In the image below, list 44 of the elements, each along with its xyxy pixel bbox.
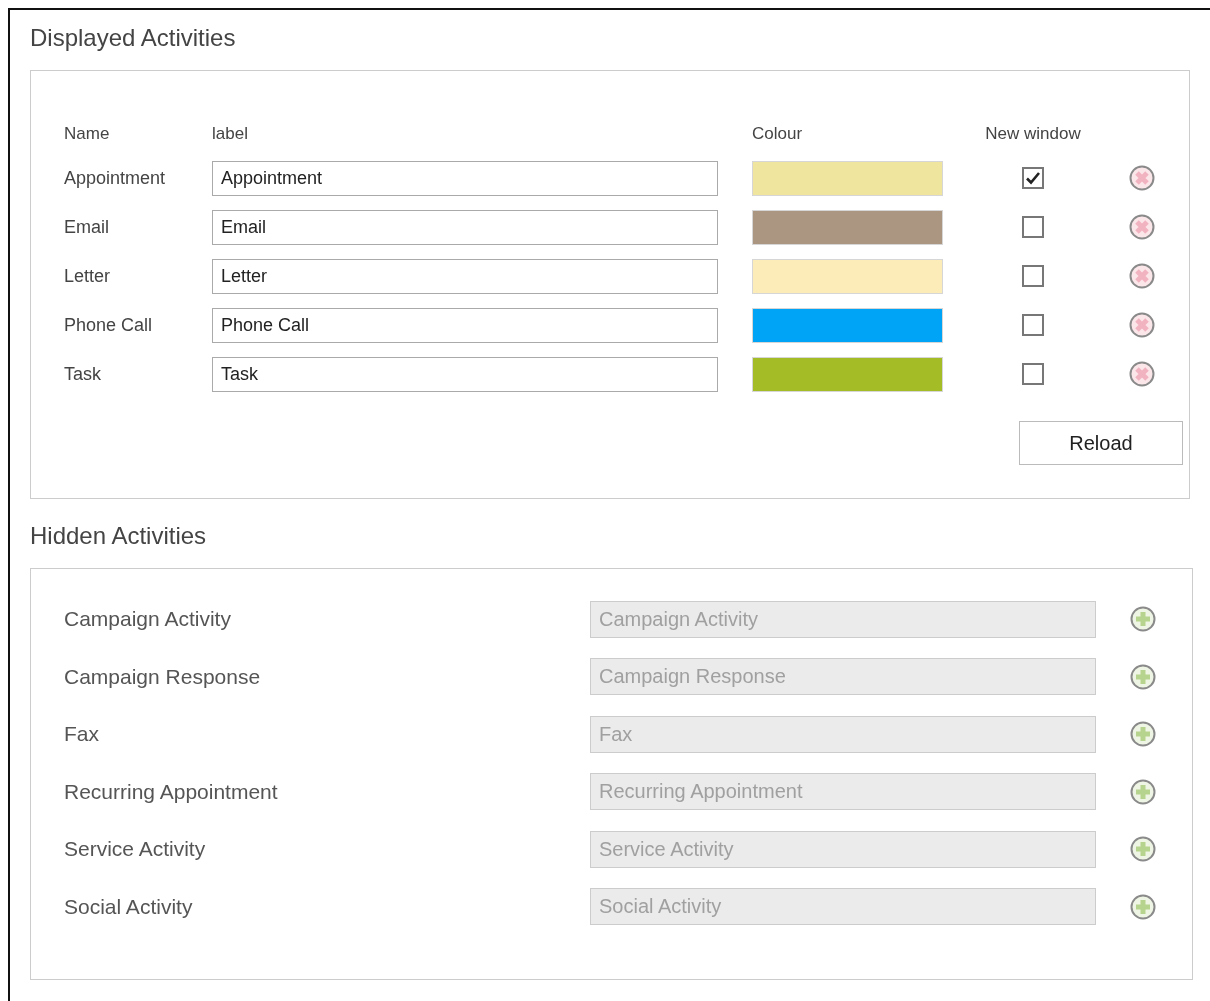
column-header: New window [985, 123, 1081, 145]
reload-button[interactable]: Reload [1019, 420, 1183, 465]
activity-name: Campaign Response [64, 663, 262, 690]
checkbox[interactable] [1022, 363, 1044, 385]
remove-icon[interactable] [1129, 214, 1155, 240]
label-field[interactable]: Email [212, 209, 718, 245]
add-icon[interactable] [1130, 721, 1156, 747]
add-icon[interactable] [1130, 836, 1156, 862]
remove-icon[interactable] [1129, 361, 1155, 387]
activity-name: Appointment [64, 166, 167, 190]
checkbox[interactable] [1022, 314, 1044, 336]
activity-name: Recurring Appointment [64, 778, 279, 805]
activity-name: Task [64, 362, 102, 386]
activity-name: Phone Call [64, 313, 154, 337]
add-icon[interactable] [1130, 606, 1156, 632]
section-title: Hidden Activities [30, 520, 208, 551]
activity-name: Email [64, 215, 110, 239]
checkbox[interactable] [1022, 216, 1044, 238]
column-header: label [212, 123, 249, 145]
colour-swatch[interactable] [752, 307, 943, 343]
section-title: Displayed Activities [30, 23, 237, 53]
activity-name: Letter [64, 264, 112, 288]
column-header: Colour [752, 123, 804, 145]
checkbox[interactable] [1022, 167, 1044, 189]
add-icon[interactable] [1130, 778, 1156, 805]
colour-swatch[interactable] [752, 258, 943, 294]
activity-name: Campaign Activity [64, 606, 232, 633]
colour-swatch[interactable] [752, 160, 943, 196]
label-field[interactable]: Appointment [212, 160, 718, 196]
remove-icon[interactable] [1129, 165, 1155, 191]
add-icon[interactable] [1130, 893, 1156, 920]
add-icon[interactable] [1130, 663, 1156, 690]
colour-swatch[interactable] [752, 356, 943, 392]
column-header: Name [64, 123, 111, 145]
colour-swatch[interactable] [752, 209, 943, 245]
label-field[interactable]: Letter [212, 258, 718, 294]
remove-icon[interactable] [1129, 263, 1155, 289]
remove-icon[interactable] [1129, 312, 1155, 338]
label-field[interactable]: Phone Call [212, 307, 718, 343]
activity-name: Service Activity [64, 836, 207, 863]
activity-name: Fax [64, 721, 100, 748]
checkbox[interactable] [1022, 265, 1044, 287]
activity-name: Social Activity [64, 893, 194, 920]
label-field[interactable]: Task [212, 356, 718, 392]
